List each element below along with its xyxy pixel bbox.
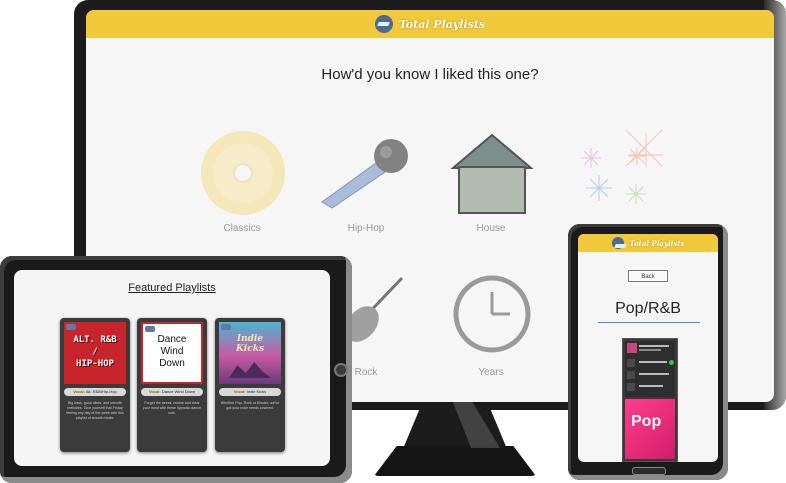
track-art [627, 343, 637, 353]
cover-line: HIP-HOP [76, 359, 114, 369]
cd-icon[interactable] [201, 131, 285, 215]
track-art [627, 359, 635, 367]
track-art [627, 383, 635, 391]
track-line [639, 349, 661, 351]
playlist-pill[interactable]: Vocal: Alt. R&B/Hip-Hop [64, 388, 126, 396]
playlist-card[interactable]: Indie Kicks Vocal: Indie Kicks Whether P… [215, 318, 285, 452]
playlist-cover[interactable]: Indie Kicks [219, 322, 281, 384]
logo-icon[interactable] [611, 237, 624, 249]
pill-key: Vocal: [73, 389, 85, 394]
phone-header: Total Playlists [578, 234, 718, 252]
tablet-home-button[interactable] [334, 363, 348, 377]
playlist-description: Forget the stress, recline and clear you… [142, 401, 202, 415]
genre-label-hip-hop[interactable]: Hip-Hop [316, 223, 416, 234]
cover-art-shape [229, 362, 271, 378]
cover-line: / [92, 347, 98, 357]
tablet-screen: Featured Playlists ALT. R&B / HIP-HOP Vo… [14, 270, 330, 466]
playlist-pill[interactable]: Vocal: Dance Wind Down [141, 388, 203, 396]
genre-label-years[interactable]: Years [441, 367, 541, 378]
track-art [627, 371, 635, 379]
track-list [625, 341, 675, 397]
track-line [639, 385, 663, 387]
track-line [639, 373, 669, 375]
clock-icon[interactable] [453, 275, 531, 353]
cover-line: Indie [236, 334, 264, 344]
playlist-pill[interactable]: Vocal: Indie Kicks [219, 388, 281, 396]
pill-key: Vocal: [233, 389, 246, 394]
phone-screen: Total Playlists Back Pop/R&B Pop [578, 234, 718, 462]
playlist-preview[interactable]: Pop [622, 338, 678, 462]
brand-title[interactable]: Total Playlists [630, 239, 685, 248]
back-button[interactable]: Back [628, 270, 668, 282]
playlist-card[interactable]: Dance Wind Down Vocal: Dance Wind Down F… [137, 318, 207, 452]
playlist-card[interactable]: ALT. R&B / HIP-HOP Vocal: Alt. R&B/Hip-H… [60, 318, 130, 452]
featured-playlists-title[interactable]: Featured Playlists [14, 282, 330, 294]
fireworks-icon[interactable] [581, 129, 663, 204]
pill-value: Indie Kicks [246, 389, 267, 394]
title-underline [598, 322, 700, 323]
genre-label-classics[interactable]: Classics [192, 223, 292, 234]
track-line [639, 345, 669, 347]
house-icon[interactable] [450, 133, 534, 214]
cover-logo-icon [221, 324, 231, 330]
genre-label-house[interactable]: House [441, 223, 541, 234]
playlist-description: Whether Pop, Rock or Electro, we've got … [220, 401, 280, 410]
microphone-icon[interactable] [321, 139, 408, 209]
genre-title: Pop/R&B [615, 300, 681, 317]
phone-home-button[interactable] [632, 467, 666, 475]
pill-value: Dance Wind Down [161, 389, 195, 394]
pop-cover[interactable]: Pop [625, 399, 675, 459]
playlist-cover[interactable]: ALT. R&B / HIP-HOP [64, 322, 126, 384]
cover-line: Dance [157, 334, 187, 345]
playlist-description: Big bass, good vibes, and smooth melodie… [66, 401, 124, 420]
cover-logo-icon [145, 326, 155, 332]
cover-line: ALT. R&B [73, 335, 117, 345]
cover-logo-icon [66, 324, 76, 330]
play-icon [669, 360, 674, 365]
cover-line: Wind [160, 346, 184, 357]
track-line [639, 361, 667, 363]
pill-value: Alt. R&B/Hip-Hop [85, 389, 117, 394]
playlist-cover[interactable]: Dance Wind Down [141, 322, 203, 384]
pill-key: Vocal: [149, 389, 161, 394]
pop-cover-label: Pop [631, 413, 662, 430]
cover-line: Kicks [235, 344, 265, 354]
cover-line: Down [159, 358, 185, 369]
monitor-stand-base [374, 446, 536, 476]
